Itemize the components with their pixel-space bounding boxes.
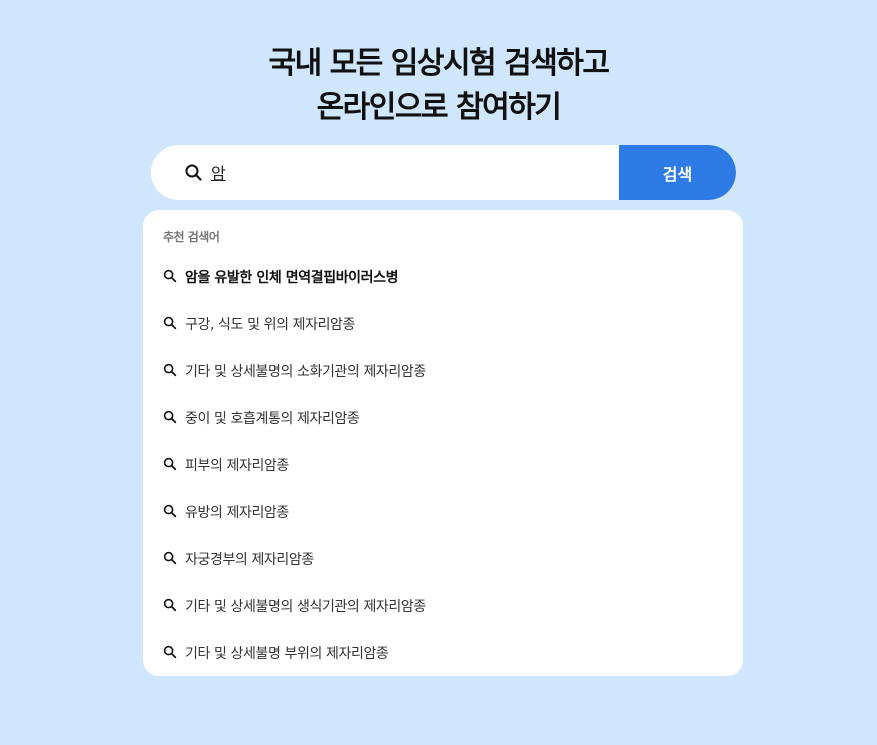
search-button[interactable]: 검색 [619, 145, 736, 200]
headline-line-1: 국내 모든 임상시험 검색하고 [268, 46, 610, 82]
suggestion-item[interactable]: 기타 및 상세불명의 생식기관의 제자리암종 [143, 582, 743, 629]
search-icon [163, 551, 177, 565]
search-input[interactable] [211, 157, 591, 187]
search-icon [163, 410, 177, 424]
suggestion-label: 유방의 제자리암종 [185, 505, 289, 521]
suggestion-item[interactable]: 중이 및 호흡계통의 제자리암종 [143, 394, 743, 441]
suggestion-item[interactable]: 자궁경부의 제자리암종 [143, 535, 743, 582]
search-icon [163, 363, 177, 377]
suggestion-heading: 추천 검색어 [163, 230, 220, 244]
suggestion-dropdown: 추천 검색어 암을 유발한 인체 면역결핍바이러스병 구강, 식도 및 위의 제… [143, 210, 743, 676]
suggestion-label: 구강, 식도 및 위의 제자리암종 [185, 317, 356, 333]
suggestion-item[interactable]: 구강, 식도 및 위의 제자리암종 [143, 300, 743, 347]
page-headline: 국내 모든 임상시험 검색하고 온라인으로 참여하기 [0, 42, 877, 130]
suggestion-label: 피부의 제자리암종 [185, 458, 289, 474]
search-icon [163, 269, 177, 283]
suggestion-item[interactable]: 피부의 제자리암종 [143, 441, 743, 488]
suggestion-label: 암을 유발한 인체 면역결핍바이러스병 [185, 270, 399, 286]
suggestion-item[interactable]: 암을 유발한 인체 면역결핍바이러스병 [143, 253, 743, 300]
search-icon [163, 598, 177, 612]
search-icon [163, 316, 177, 330]
suggestion-label: 자궁경부의 제자리암종 [185, 552, 314, 568]
suggestion-list: 암을 유발한 인체 면역결핍바이러스병 구강, 식도 및 위의 제자리암종 기타… [143, 253, 743, 676]
suggestion-item[interactable]: 기타 및 상세불명 부위의 제자리암종 [143, 629, 743, 676]
search-icon [184, 163, 204, 183]
search-icon [163, 504, 177, 518]
search-icon [163, 457, 177, 471]
search-icon [163, 645, 177, 659]
suggestion-item[interactable]: 유방의 제자리암종 [143, 488, 743, 535]
suggestion-item[interactable]: 기타 및 상세불명의 소화기관의 제자리암종 [143, 347, 743, 394]
headline-line-2: 온라인으로 참여하기 [316, 90, 562, 126]
suggestion-label: 기타 및 상세불명 부위의 제자리암종 [185, 646, 389, 662]
suggestion-label: 기타 및 상세불명의 소화기관의 제자리암종 [185, 364, 426, 380]
search-bar: 검색 [151, 145, 736, 200]
suggestion-label: 기타 및 상세불명의 생식기관의 제자리암종 [185, 599, 426, 615]
suggestion-label: 중이 및 호흡계통의 제자리암종 [185, 411, 360, 427]
